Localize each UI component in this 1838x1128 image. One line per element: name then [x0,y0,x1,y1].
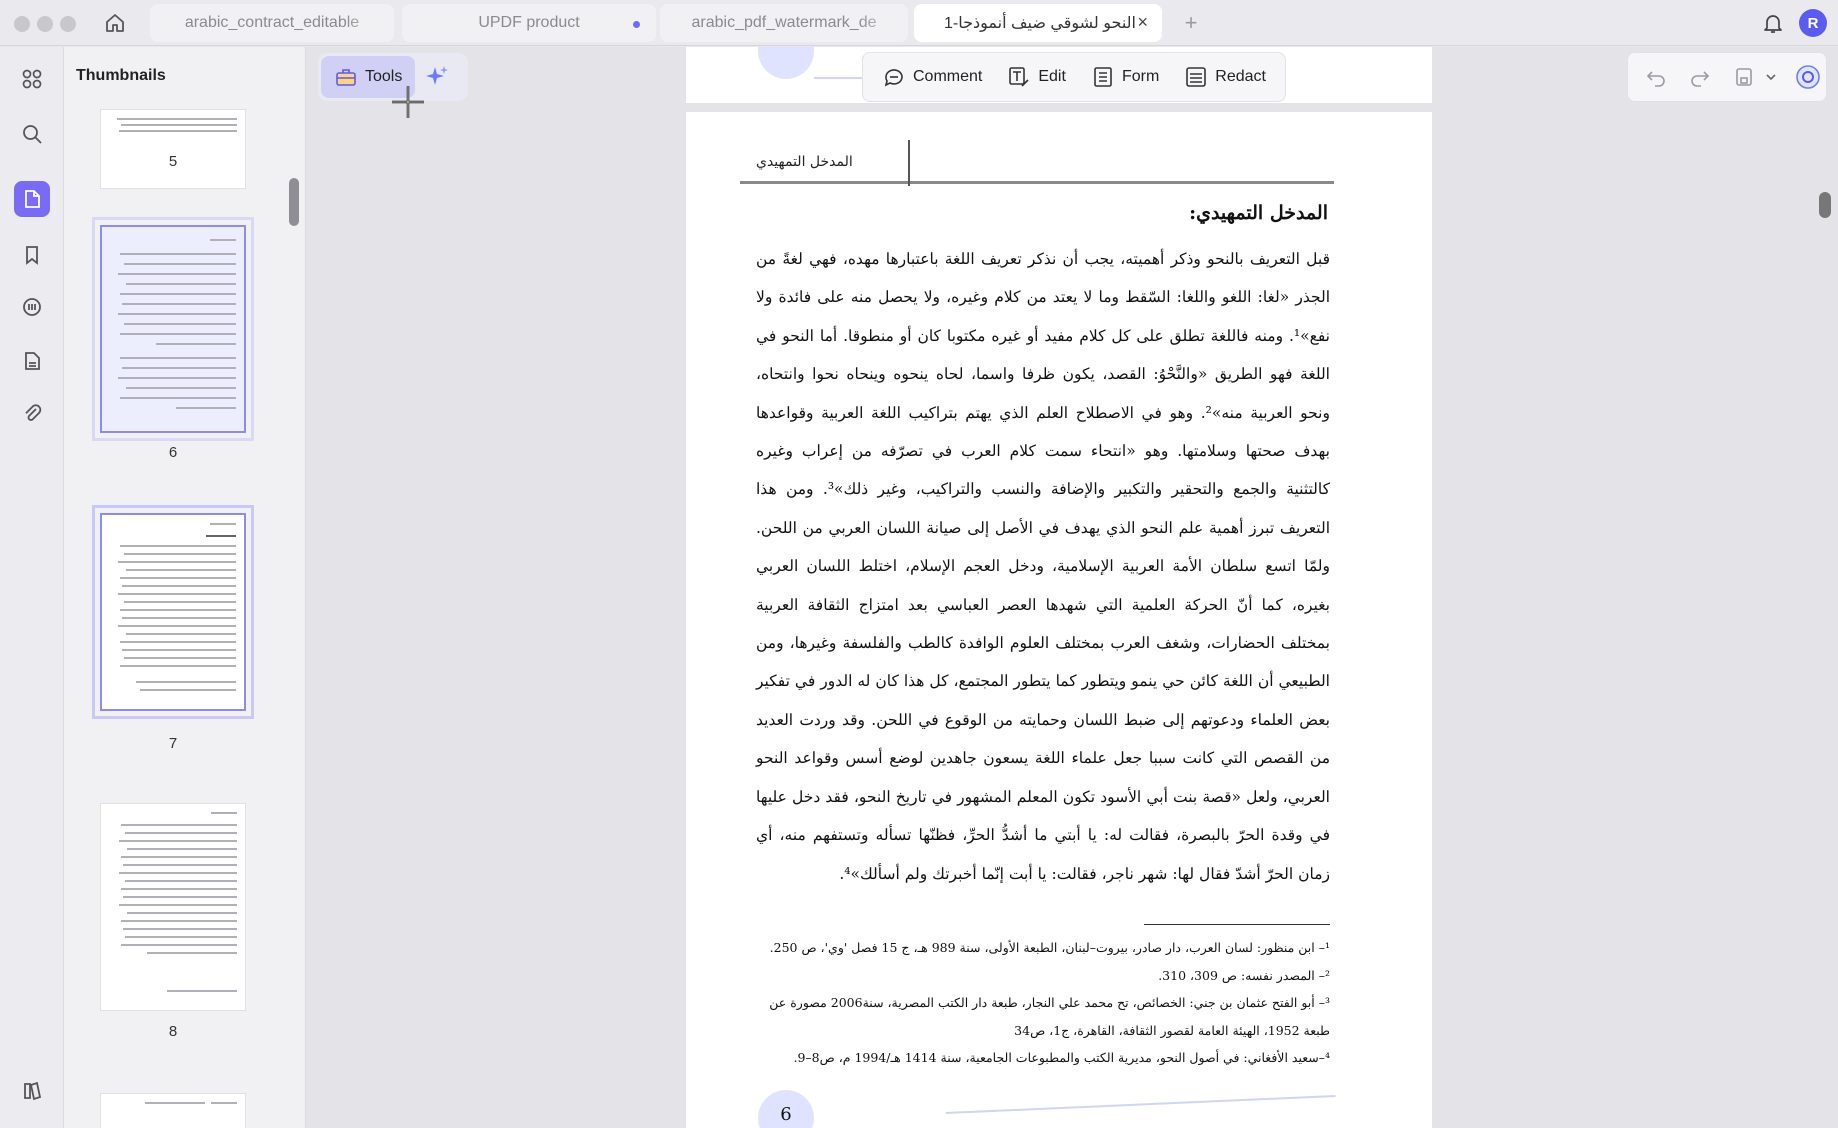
footnote: ²– المصدر نفسه: ص 309، 310. [1158,967,1330,983]
crosshair-cursor-icon [392,86,424,118]
tab-label: UPDF product [478,14,580,31]
redact-label: Redact [1215,68,1266,85]
zoom-window-button[interactable] [60,16,76,32]
tab-label: arabic_pdf_watermark_de [691,14,877,31]
tab-label: arabic_contract_editable [184,14,360,31]
edit-label: Edit [1038,68,1066,85]
page-thumbnail-number: 7 [168,735,178,752]
pdf-page[interactable]: المدخل التمهيدي المدخل التمهيدي: قبل الت… [686,112,1432,1128]
running-header-text: المدخل التمهيدي [756,154,853,170]
page-thumbnail-number: 6 [168,444,178,461]
edit-button[interactable]: Edit [1000,58,1074,96]
page-thumbnail[interactable] [100,1093,246,1128]
panel-title: Thumbnails [76,67,166,84]
layers-icon[interactable] [14,1073,50,1109]
document-icon[interactable] [14,343,50,379]
page-number: 6 [758,1090,814,1128]
save-icon[interactable] [1730,63,1758,91]
thumbnail-panel: Thumbnails 5 6 7 8 [64,47,306,1128]
form-button[interactable]: Form [1084,58,1167,96]
chevron-down-icon[interactable] [1764,63,1778,91]
home-icon[interactable] [102,10,128,36]
left-rail [0,47,64,1128]
page-decoration-line [945,1094,1336,1114]
redact-icon [1186,67,1207,87]
comments-icon[interactable] [14,290,50,326]
bookmark-icon[interactable] [14,237,50,273]
comment-icon [884,69,903,87]
tab-label: النحو لشوقي ضيف أنموذجا-1 [944,15,1136,32]
edit-text-icon [1009,67,1029,87]
notification-bell-icon[interactable] [1760,10,1786,36]
attachment-icon[interactable] [14,395,50,431]
ai-assistant-icon[interactable] [1794,63,1822,91]
running-header: المدخل التمهيدي [740,132,1334,186]
page-thumbnail[interactable] [92,217,254,441]
page-thumbnail-number: 8 [168,1023,178,1040]
page-thumbnail[interactable] [100,109,246,189]
thumbnail-scrollbar[interactable] [289,178,299,226]
page-thumbnail-number: 5 [168,153,178,170]
footnote: ¹– ابن منظور: لسان العرب، دار صادر، بيرو… [769,940,1330,955]
unsaved-dot-icon [633,21,640,28]
redo-icon[interactable] [1686,63,1714,91]
footnotes: ¹– ابن منظور: لسان العرب، دار صادر، بيرو… [756,934,1330,1072]
comment-button[interactable]: Comment [875,58,990,96]
section-heading: المدخل التمهيدي: [1189,202,1328,224]
tab-document[interactable]: arabic_pdf_watermark_de [660,4,908,42]
undo-icon[interactable] [1642,63,1670,91]
comment-label: Comment [913,68,983,85]
tab-bar: arabic_contract_editable UPDF product ar… [0,0,1838,46]
tab-document[interactable]: UPDF product [402,4,656,42]
redact-button[interactable]: Redact [1177,58,1274,96]
page-thumbnail[interactable] [92,505,254,719]
tab-document-active[interactable]: النحو لشوقي ضيف أنموذجا-1 × [914,4,1162,42]
footnote-divider [1144,924,1330,925]
edit-toolbar: Comment Edit Form Redact [862,52,1286,102]
form-label: Form [1121,68,1160,85]
new-tab-button[interactable]: + [1176,8,1206,38]
minimize-window-button[interactable] [37,16,53,32]
pages-icon[interactable] [14,181,50,217]
search-icon[interactable] [14,116,50,152]
user-avatar[interactable]: R [1799,9,1827,37]
document-scrollbar[interactable] [1819,192,1831,218]
footnote: ⁴–سعيد الأفغاني: في أصول النحو، مديرية ا… [793,1050,1330,1065]
apps-icon[interactable] [14,61,50,97]
close-tab-icon[interactable]: × [1137,12,1148,33]
body-paragraph: قبل التعريف بالنحو وذكر أهميته، يجب أن ن… [756,250,1331,883]
form-icon [1094,67,1112,87]
close-window-button[interactable] [14,16,30,32]
footnote: ³– أبو الفتح عثمان بن جني: الخصائص، تح م… [769,995,1330,1038]
sparkle-icon [426,66,448,85]
toolbox-icon [336,69,356,86]
history-toolbar [1627,52,1827,102]
tab-document[interactable]: arabic_contract_editable [150,4,394,42]
page-thumbnail[interactable] [100,803,246,1011]
